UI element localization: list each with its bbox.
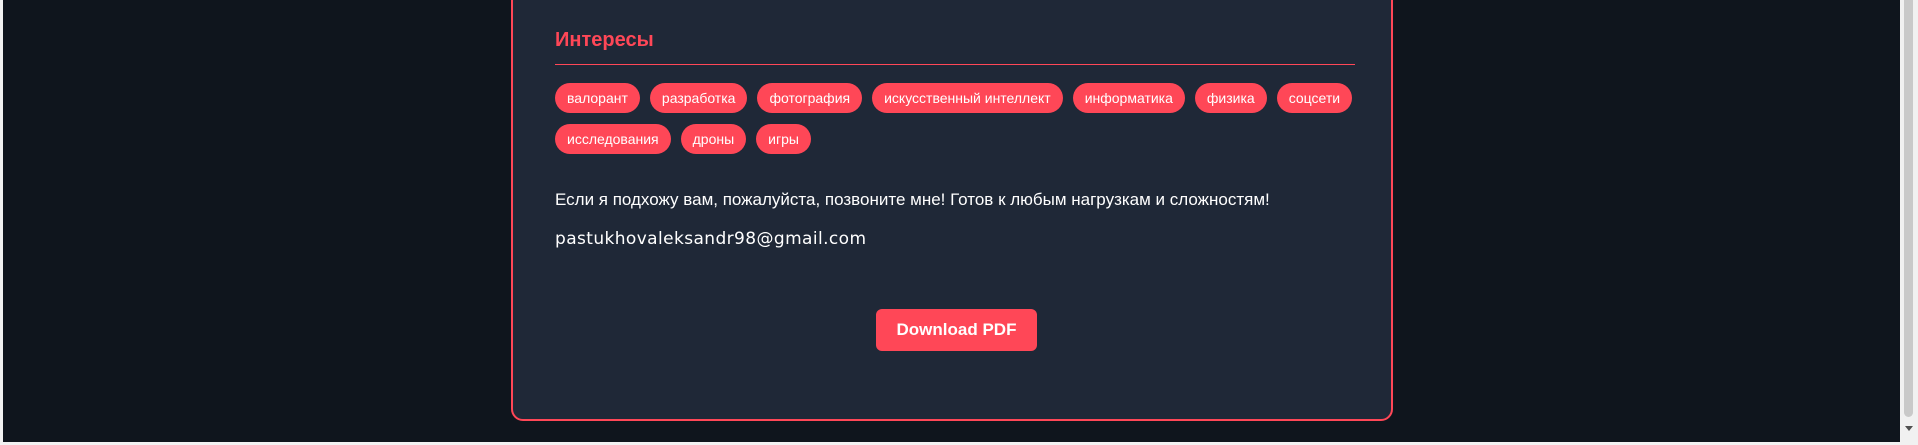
interest-tag[interactable]: фотография <box>757 83 863 113</box>
scrollbar-thumb[interactable] <box>1904 0 1913 417</box>
section-divider <box>555 64 1355 65</box>
interest-tag[interactable]: искусственный интеллект <box>872 83 1063 113</box>
interest-tag[interactable]: дроны <box>680 124 747 154</box>
interest-tag[interactable]: информатика <box>1072 83 1185 113</box>
interest-tag[interactable]: соцсети <box>1276 83 1353 113</box>
interests-title: Интересы <box>555 29 654 51</box>
page-viewport: Интересы валорант разработка фотография … <box>3 0 1900 442</box>
vertical-scrollbar[interactable] <box>1901 0 1918 445</box>
interest-tag[interactable]: игры <box>756 124 811 154</box>
email-address[interactable]: pastukhovaleksandr98@gmail.com <box>555 229 866 249</box>
interest-tags: валорант разработка фотография искусстве… <box>555 83 1375 154</box>
interest-tag[interactable]: разработка <box>649 83 748 113</box>
interest-tag[interactable]: физика <box>1194 83 1267 113</box>
download-pdf-button[interactable]: Download PDF <box>876 309 1037 351</box>
resume-card: Интересы валорант разработка фотография … <box>511 0 1393 421</box>
interest-tag[interactable]: валорант <box>555 83 640 113</box>
interest-tag[interactable]: исследования <box>555 124 671 154</box>
contact-message: Если я подхожу вам, пожалуйста, позвонит… <box>555 190 1270 209</box>
scroll-down-icon[interactable] <box>1905 426 1913 431</box>
